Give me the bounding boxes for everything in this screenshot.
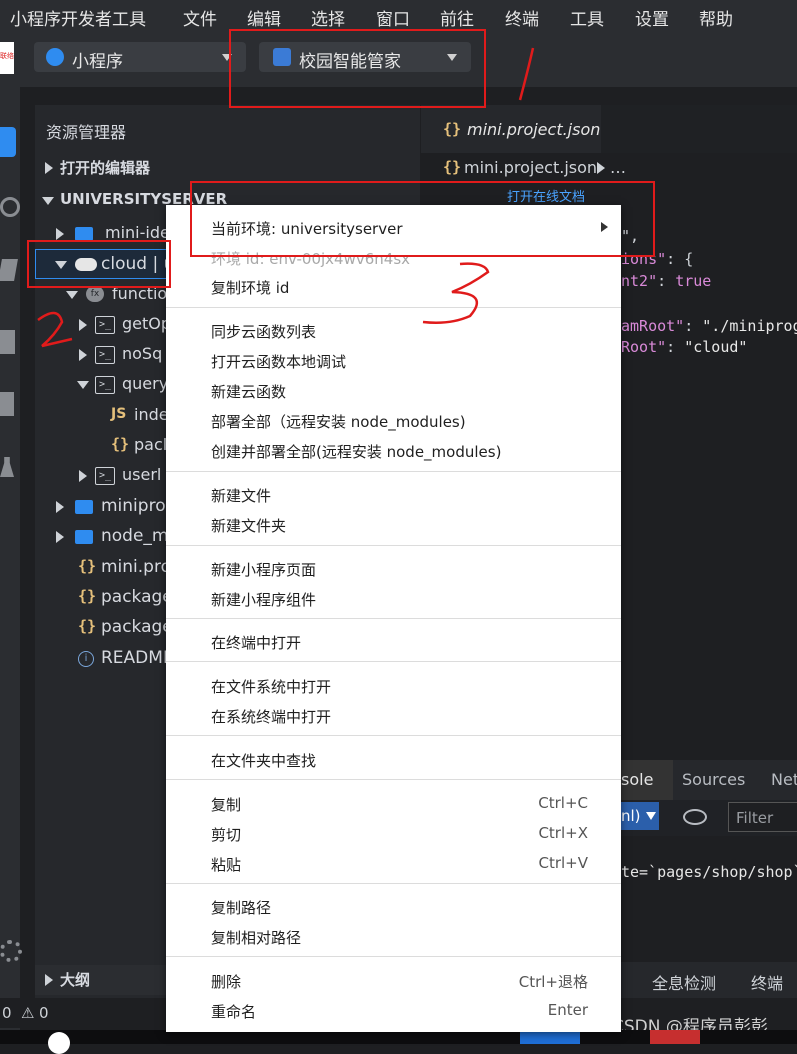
annotation-mark-1 — [518, 47, 535, 101]
annotation-marks — [37, 47, 535, 348]
annotation-mark-3 — [422, 262, 490, 324]
annotation-mark-2 — [37, 311, 73, 348]
